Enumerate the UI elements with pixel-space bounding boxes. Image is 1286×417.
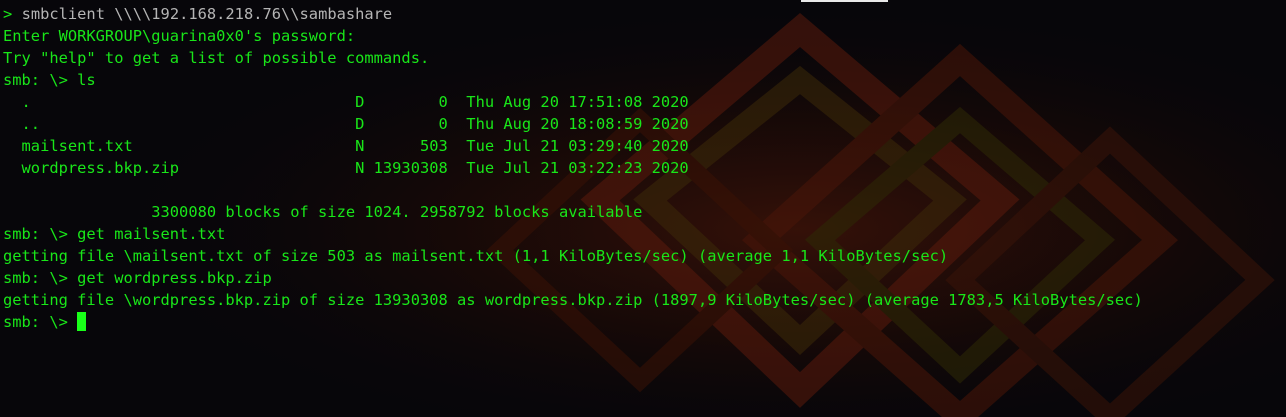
- listing-row: .. D 0 Thu Aug 20 18:08:59 2020: [3, 115, 689, 133]
- listing-row: wordpress.bkp.zip N 13930308 Tue Jul 21 …: [3, 159, 689, 177]
- window-edge-highlight: [801, 0, 888, 2]
- listing-row: . D 0 Thu Aug 20 17:51:08 2020: [3, 93, 689, 111]
- get-mailsent-result-line: getting file \mailsent.txt of size 503 a…: [3, 247, 949, 265]
- terminal-window[interactable]: > smbclient \\\\192.168.218.76\\sambasha…: [3, 3, 1283, 413]
- help-hint-line: Try "help" to get a list of possible com…: [3, 49, 430, 67]
- active-prompt-line[interactable]: smb: \>: [3, 311, 1283, 333]
- ls-command-line: smb: \> ls: [3, 71, 96, 89]
- text-cursor: [77, 312, 87, 331]
- password-prompt-line: Enter WORKGROUP\guarina0x0's password:: [3, 27, 356, 45]
- terminal-line-command: > smbclient \\\\192.168.218.76\\sambasha…: [3, 3, 1283, 25]
- smb-prompt: smb: \>: [3, 313, 78, 331]
- listing-row: mailsent.txt N 503 Tue Jul 21 03:29:40 2…: [3, 137, 689, 155]
- prompt-symbol: >: [3, 5, 13, 23]
- smbclient-command: smbclient \\\\192.168.218.76\\sambashare: [21, 5, 393, 23]
- get-mailsent-command-line: smb: \> get mailsent.txt: [3, 225, 226, 243]
- get-wordpress-command-line: smb: \> get wordpress.bkp.zip: [3, 269, 272, 287]
- get-wordpress-result-line: getting file \wordpress.bkp.zip of size …: [3, 291, 1143, 309]
- blocks-info-line: 3300080 blocks of size 1024. 2958792 blo…: [3, 203, 643, 221]
